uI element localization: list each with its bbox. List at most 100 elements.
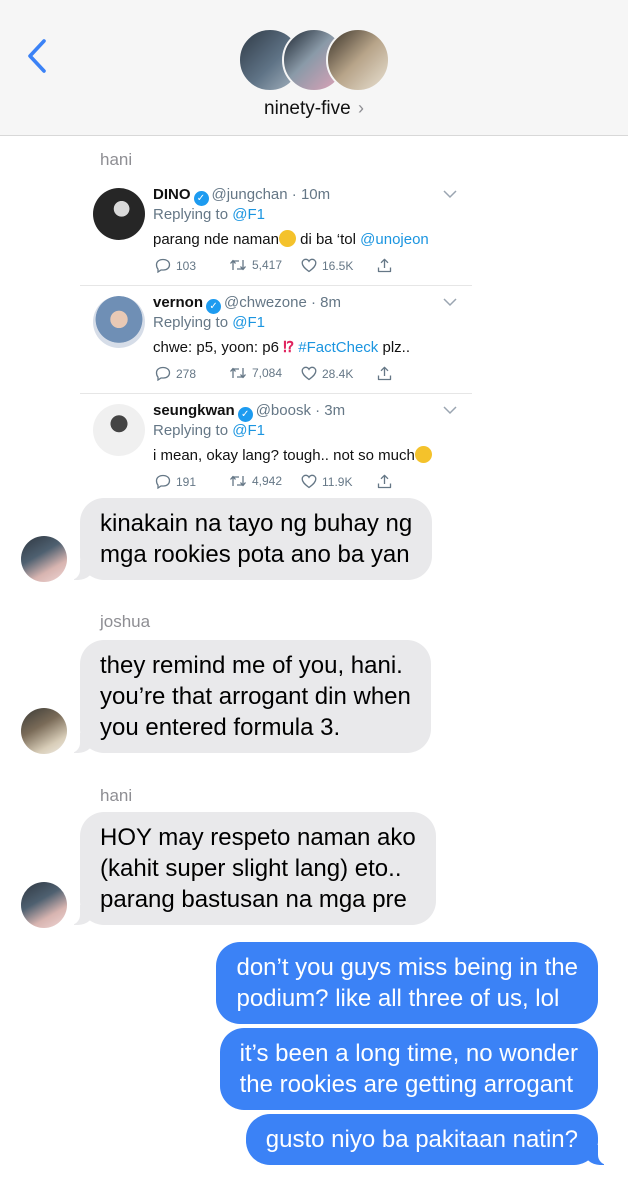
relieved-face-emoji-icon [414,446,432,463]
reply-button[interactable]: 103 [155,258,196,273]
reply-icon [155,474,171,489]
chevron-down-icon[interactable] [442,296,458,308]
message-bubble-incoming[interactable]: kinakain na tayo ng buhay ng mga rookies… [69,498,433,580]
message-line: they remind me of you, hani. [100,652,403,679]
replying-to-link[interactable]: @F1 [232,206,265,223]
reply-button[interactable]: 278 [155,366,196,381]
verified-badge-icon: ✓ [206,299,222,314]
back-button[interactable] [22,36,52,76]
message-line: HOY may respeto naman ako [100,824,416,851]
tweet-handle: @chwezone [224,294,307,311]
tweet-actions: 191 4,942 11.9K [155,474,405,492]
tweet-replying-to: Replying to @F1 [153,422,265,439]
chevron-down-icon[interactable] [442,404,458,416]
chevron-down-icon[interactable] [442,188,458,200]
sender-name: hani [100,150,133,169]
retweet-icon [230,259,246,271]
message-line: it’s been a long time, no wonder [239,1040,578,1067]
share-button[interactable] [377,366,392,381]
thinking-face-emoji-icon [278,230,296,247]
share-button[interactable] [377,258,392,273]
avatar [93,404,145,456]
group-avatars[interactable] [238,28,390,92]
tweet[interactable]: vernon ✓ @chwezone · 8m Replying to @F1 ch… [80,286,472,394]
reply-button[interactable]: 191 [155,474,196,489]
verified-badge-icon: ✓ [193,191,209,206]
message-line: kinakain na tayo ng buhay ng [100,510,413,537]
sender-name: joshua [100,612,151,631]
tweet-author-name: seungkwan [153,402,235,419]
hashtag-link[interactable]: #FactCheck [298,339,378,356]
tweet-header: seungkwan ✓ @boosk · 3m [153,402,346,422]
avatar[interactable] [21,536,67,582]
mention-link[interactable]: @unojeon [360,231,429,248]
avatar[interactable] [21,708,67,754]
like-count: 11.9K [322,474,353,489]
share-button[interactable] [377,474,392,489]
share-icon [377,258,392,273]
tweet-text: parang nde naman di ba ‘tol @unojeon [153,230,429,248]
tweet-author-name: vernon [153,294,204,311]
message-bubble-incoming[interactable]: HOY may respeto naman ako (kahit super s… [70,812,436,925]
avatar [93,188,145,240]
message-line: mga rookies pota ano ba yan [100,541,410,568]
reply-count: 103 [176,258,197,273]
conversation-header: ninety-five › [0,0,628,136]
chevron-right-icon: › [357,98,364,118]
heart-icon [301,366,317,381]
retweet-icon [230,367,246,379]
reply-count: 191 [176,474,197,489]
message-line: gusto niyo ba pakitaan natin? [265,1126,578,1153]
message-bubble-outgoing[interactable]: gusto niyo ba pakitaan natin? [245,1114,609,1165]
like-button[interactable]: 28.4K [301,366,353,381]
tweet-replying-to: Replying to @F1 [153,206,265,223]
tweet-time: 8m [320,294,341,311]
heart-icon [301,474,317,489]
retweet-button[interactable]: 7,084 [229,366,282,380]
like-button[interactable]: 11.9K [301,474,352,489]
message-line: don’t you guys miss being in the [236,954,578,981]
retweet-button[interactable]: 4,942 [229,474,282,488]
tweet-author-name: DINO [153,186,191,203]
tweet[interactable]: DINO ✓ @jungchan · 10m Replying to @F1 par… [80,178,472,286]
reply-count: 278 [176,366,197,381]
tweet-handle: @jungchan [211,186,288,203]
tweet-replying-to: Replying to @F1 [153,314,265,331]
shared-tweets-card[interactable]: DINO ✓ @jungchan · 10m Replying to @F1 par… [80,178,472,494]
tweet-time: 10m [300,186,331,203]
retweet-button[interactable]: 5,417 [229,258,282,272]
avatar [93,296,145,348]
exclamation-question-emoji-icon: ⁉ [283,339,295,356]
message-line: you entered formula 3. [100,714,341,741]
group-name-button[interactable]: ninety-five › [0,98,628,120]
avatar[interactable] [21,882,67,928]
verified-badge-icon: ✓ [237,407,253,422]
message-line: parang bastusan na mga pre [100,886,407,913]
replying-to-link[interactable]: @F1 [232,314,265,331]
message-line: (kahit super slight lang) eto.. [100,855,402,882]
retweet-count: 4,942 [252,474,283,488]
like-count: 28.4K [322,366,354,381]
replying-to-link[interactable]: @F1 [232,422,265,439]
heart-icon [301,258,317,273]
sender-name: hani [100,786,133,805]
retweet-count: 5,417 [252,258,283,272]
retweet-icon [230,475,246,487]
message-bubble-outgoing[interactable]: don’t you guys miss being in the podium?… [216,942,598,1024]
share-icon [377,366,392,381]
share-icon [377,474,392,489]
avatar [326,28,390,92]
message-bubble-outgoing[interactable]: it’s been a long time, no wonder the roo… [219,1028,598,1110]
chevron-left-icon [28,39,46,73]
retweet-count: 7,084 [252,366,283,380]
tweet-actions: 278 7,084 28.4K [155,366,405,384]
tweet-time: 3m [324,402,346,419]
group-name: ninety-five [264,98,351,119]
tweet[interactable]: seungkwan ✓ @boosk · 3m Replying to @F1 i … [80,394,472,502]
reply-icon [155,366,171,381]
message-bubble-incoming[interactable]: they remind me of you, hani. you’re that… [70,640,431,753]
tweet-header: vernon ✓ @chwezone · 8m [153,294,341,314]
like-count: 16.5K [322,258,354,273]
tweet-header: DINO ✓ @jungchan · 10m [153,186,331,206]
like-button[interactable]: 16.5K [301,258,353,273]
